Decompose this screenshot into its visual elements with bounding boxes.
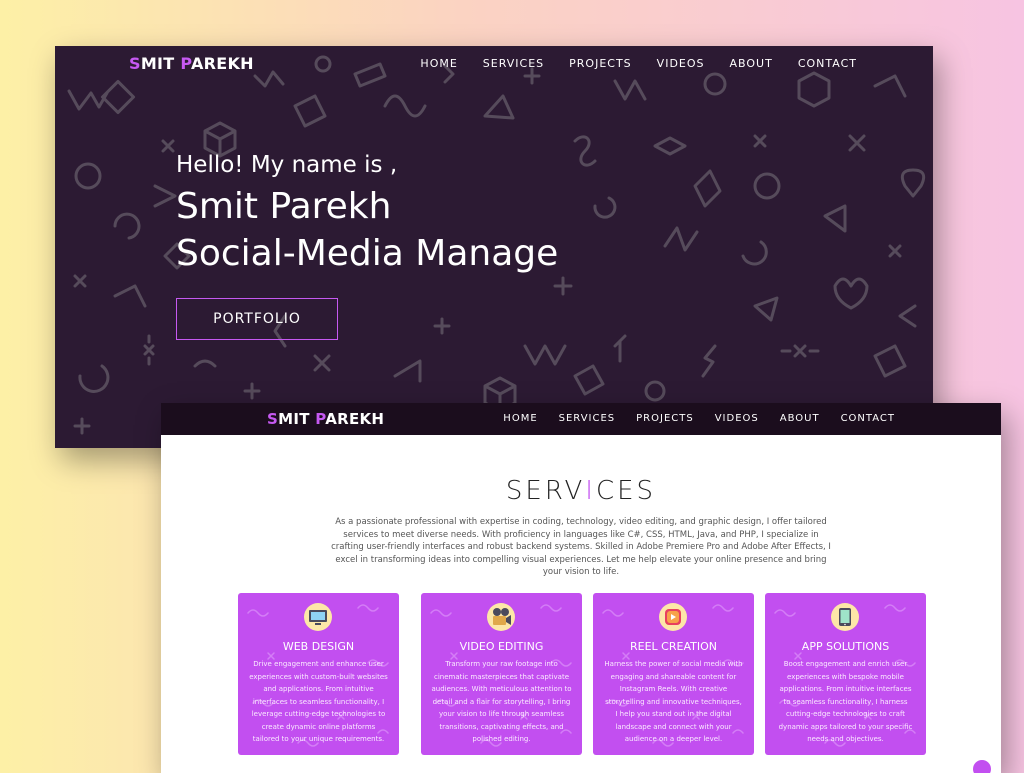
nav-services[interactable]: SERVICES bbox=[559, 413, 616, 424]
brand-logo[interactable]: SMIT PAREKH bbox=[129, 54, 254, 73]
services-title: SERVICES bbox=[505, 476, 657, 506]
portfolio-button[interactable]: PORTFOLIO bbox=[176, 298, 338, 340]
nav-home[interactable]: HOME bbox=[420, 57, 457, 70]
nav-projects[interactable]: PROJECTS bbox=[569, 57, 632, 70]
scroll-up-button[interactable] bbox=[973, 760, 991, 773]
nav-projects[interactable]: PROJECTS bbox=[636, 413, 694, 424]
mobile-app-icon bbox=[831, 603, 859, 631]
hero-name: Smit Parekh bbox=[176, 186, 392, 227]
service-card-video-editing[interactable]: VIDEO EDITING Transform your raw footage… bbox=[421, 593, 582, 755]
service-card-reel-creation[interactable]: REEL CREATION Harness the power of socia… bbox=[593, 593, 754, 755]
nav-videos[interactable]: VIDEOS bbox=[715, 413, 759, 424]
nav-menu: HOME SERVICES PROJECTS VIDEOS ABOUT CONT… bbox=[420, 57, 857, 70]
card-title: WEB DESIGN bbox=[282, 640, 355, 653]
service-cards: WEB DESIGN Drive engagement and enhance … bbox=[238, 593, 926, 755]
instagram-reel-icon bbox=[659, 603, 687, 631]
card-title: REEL CREATION bbox=[630, 640, 717, 653]
services-description: As a passionate professional with expert… bbox=[331, 517, 831, 577]
top-navbar: SMIT PAREKH HOME SERVICES PROJECTS VIDEO… bbox=[55, 46, 933, 82]
brand-logo[interactable]: SMIT PAREKH bbox=[267, 410, 384, 428]
card-text: Drive engagement and enhance user experi… bbox=[249, 660, 388, 743]
hero-screenshot: SMIT PAREKH HOME SERVICES PROJECTS VIDEO… bbox=[55, 46, 933, 448]
nav-contact[interactable]: CONTACT bbox=[798, 57, 857, 70]
card-title: APP SOLUTIONS bbox=[801, 640, 890, 653]
card-title: VIDEO EDITING bbox=[459, 640, 544, 653]
nav-about[interactable]: ABOUT bbox=[730, 57, 773, 70]
nav-about[interactable]: ABOUT bbox=[780, 413, 820, 424]
nav-menu: HOME SERVICES PROJECTS VIDEOS ABOUT CONT… bbox=[503, 413, 895, 424]
card-text: Boost engagement and enrich user experie… bbox=[778, 660, 913, 743]
web-design-icon bbox=[304, 603, 332, 631]
hero-text: Hello! My name is , Smit Parekh Social-M… bbox=[176, 152, 558, 274]
services-navbar: SMIT PAREKH HOME SERVICES PROJECTS VIDEO… bbox=[161, 403, 1001, 435]
hero-greeting: Hello! My name is , bbox=[176, 152, 398, 178]
nav-videos[interactable]: VIDEOS bbox=[657, 57, 705, 70]
card-text: Harness the power of social media with e… bbox=[604, 660, 743, 743]
video-camera-icon bbox=[487, 603, 515, 631]
service-card-app-solutions[interactable]: APP SOLUTIONS Boost engagement and enric… bbox=[765, 593, 926, 755]
services-screenshot: SMIT PAREKH HOME SERVICES PROJECTS VIDEO… bbox=[161, 403, 1001, 773]
nav-contact[interactable]: CONTACT bbox=[841, 413, 895, 424]
service-card-web-design[interactable]: WEB DESIGN Drive engagement and enhance … bbox=[238, 593, 399, 755]
nav-services[interactable]: SERVICES bbox=[483, 57, 544, 70]
card-text: Transform your raw footage into cinemati… bbox=[431, 660, 572, 743]
nav-home[interactable]: HOME bbox=[503, 413, 537, 424]
hero-role: Social-Media Manage bbox=[176, 233, 559, 274]
